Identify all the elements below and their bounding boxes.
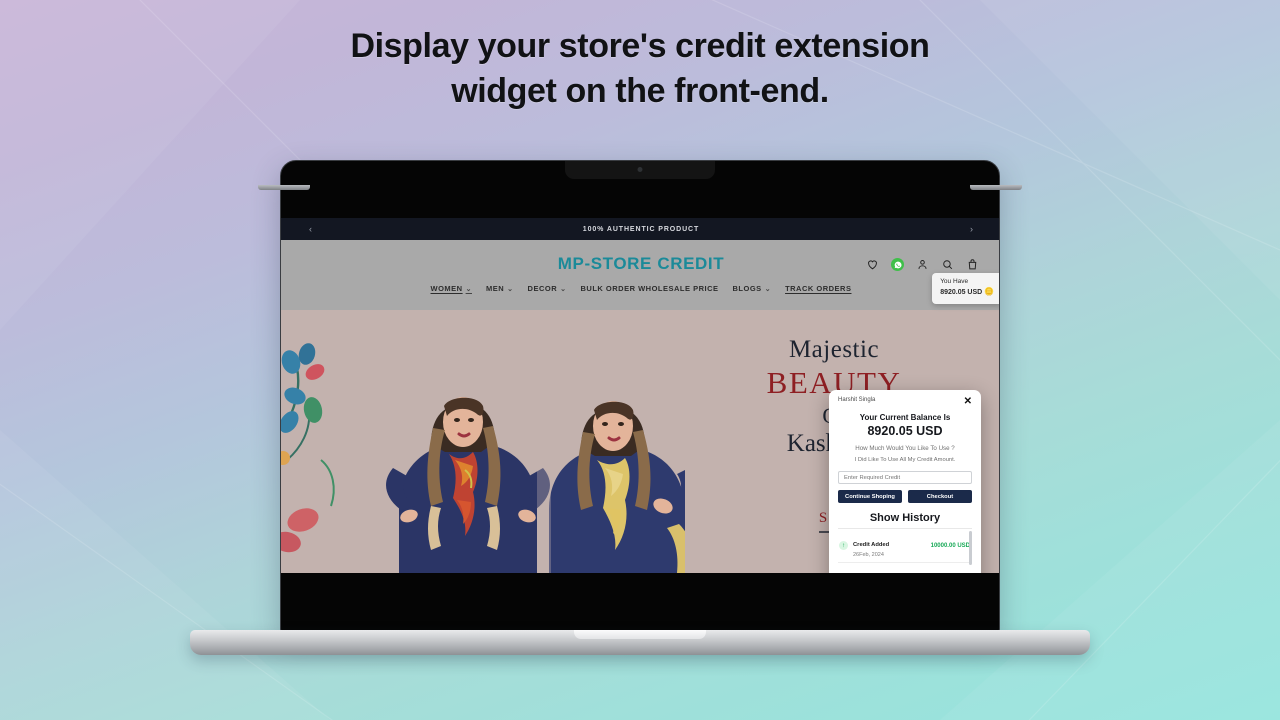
- history-title: Show History: [869, 512, 941, 525]
- laptop-mockup: ‹ 100% AUTHENTIC PRODUCT › MP-STORE CRED…: [190, 160, 1090, 680]
- widget-actions: Continue Shoping Checkout: [838, 490, 972, 504]
- chevron-right-icon[interactable]: ›: [970, 224, 973, 234]
- balance-pill[interactable]: You Have 8920.05 USD 🪙: [932, 273, 999, 304]
- chevron-down-icon: ⌄: [560, 285, 567, 293]
- balance-pill-amount: 8920.05 USD: [940, 289, 983, 297]
- widget-balance-amount: 8920.05 USD: [867, 424, 943, 438]
- account-icon[interactable]: [916, 258, 929, 271]
- nav-label: MEN: [485, 284, 505, 293]
- headline-line-1: Display your store's credit extension: [350, 27, 930, 65]
- chevron-left-icon[interactable]: ‹: [309, 224, 312, 234]
- coin-icon: 🪙: [984, 287, 994, 297]
- nav-label: BULK ORDER WHOLESALE PRICE: [580, 284, 719, 293]
- chevron-down-icon: ⌄: [465, 285, 472, 293]
- continue-shopping-button[interactable]: Continue Shoping: [838, 490, 902, 504]
- headline-line-2: widget on the front-end.: [451, 71, 829, 110]
- widget-balance-label: Your Current Balance Is: [859, 413, 951, 422]
- header-icon-row: [866, 258, 979, 271]
- whatsapp-icon[interactable]: [891, 258, 904, 271]
- webcam-icon: [637, 167, 643, 172]
- widget-use-all-text: I Did Like To Use All My Credit Amount.: [854, 457, 956, 463]
- history-list[interactable]: ↑ Credit Added 26Feb, 2024 10000.00 USD …: [838, 528, 972, 573]
- nav-label: WOMEN: [430, 284, 463, 293]
- laptop-lid: ‹ 100% AUTHENTIC PRODUCT › MP-STORE CRED…: [280, 160, 1000, 635]
- chevron-down-icon: ⌄: [764, 285, 772, 293]
- hero-line-1: Majestic: [788, 336, 880, 363]
- laptop-foot-right: [970, 185, 1022, 190]
- nav-item-women[interactable]: WOMEN ⌄: [431, 284, 472, 293]
- laptop-base: [190, 630, 1090, 655]
- store-credit-widget: Harshit Singla ✕ Your Current Balance Is…: [829, 390, 981, 573]
- widget-question: How Much Would You Like To Use ?: [855, 445, 955, 452]
- announcement-text: 100% AUTHENTIC PRODUCT: [582, 225, 700, 233]
- nav-label: TRACK ORDERS: [785, 284, 852, 293]
- balance-pill-label: You Have: [940, 278, 969, 285]
- close-icon[interactable]: ✕: [964, 397, 972, 407]
- announcement-bar: ‹ 100% AUTHENTIC PRODUCT ›: [281, 218, 999, 240]
- arrow-up-icon: ↑: [839, 541, 848, 551]
- checkout-button[interactable]: Checkout: [908, 490, 972, 504]
- wishlist-heart-icon[interactable]: [866, 258, 879, 271]
- main-navigation: WOMEN ⌄ MEN ⌄ DECOR ⌄ BULK ORDER WHOLESA…: [431, 284, 852, 293]
- chevron-down-icon: ⌄: [507, 285, 514, 293]
- nav-item-blogs[interactable]: BLOGS ⌄: [733, 284, 772, 293]
- search-icon[interactable]: [941, 258, 954, 271]
- laptop-foot-left: [258, 185, 310, 190]
- nav-item-bulk-order[interactable]: BULK ORDER WHOLESALE PRICE: [581, 284, 719, 293]
- page-headline: Display your store's credit extension wi…: [0, 24, 1280, 114]
- widget-user-name: Harshit Singla: [838, 397, 876, 403]
- cart-bag-icon[interactable]: [966, 258, 979, 271]
- history-label: Credit Added: [853, 542, 890, 549]
- credit-amount-input[interactable]: [838, 471, 972, 485]
- nav-item-men[interactable]: MEN ⌄: [486, 284, 514, 293]
- history-row: ↑ Credit Added 26Feb, 2024 10.05 USD: [838, 563, 972, 573]
- store-logo[interactable]: MP-STORE CREDIT: [558, 254, 724, 274]
- nav-label: DECOR: [527, 284, 558, 293]
- nav-item-track-orders[interactable]: TRACK ORDERS: [785, 284, 851, 293]
- nav-label: BLOGS: [732, 284, 762, 293]
- history-amount: 10000.00 USD: [930, 542, 970, 549]
- history-row: ↑ Credit Added 26Feb, 2024 10000.00 USD: [838, 529, 972, 564]
- history-date: 26Feb, 2024: [853, 552, 884, 559]
- widget-header: Harshit Singla ✕: [838, 397, 972, 407]
- nav-item-decor[interactable]: DECOR ⌄: [528, 284, 567, 293]
- site-header: MP-STORE CREDIT WOMEN ⌄ MEN ⌄ DECOR ⌄ BU…: [281, 240, 999, 310]
- laptop-base-notch: [574, 630, 706, 639]
- browser-viewport: ‹ 100% AUTHENTIC PRODUCT › MP-STORE CRED…: [281, 218, 999, 573]
- history-scrollbar[interactable]: [969, 531, 972, 566]
